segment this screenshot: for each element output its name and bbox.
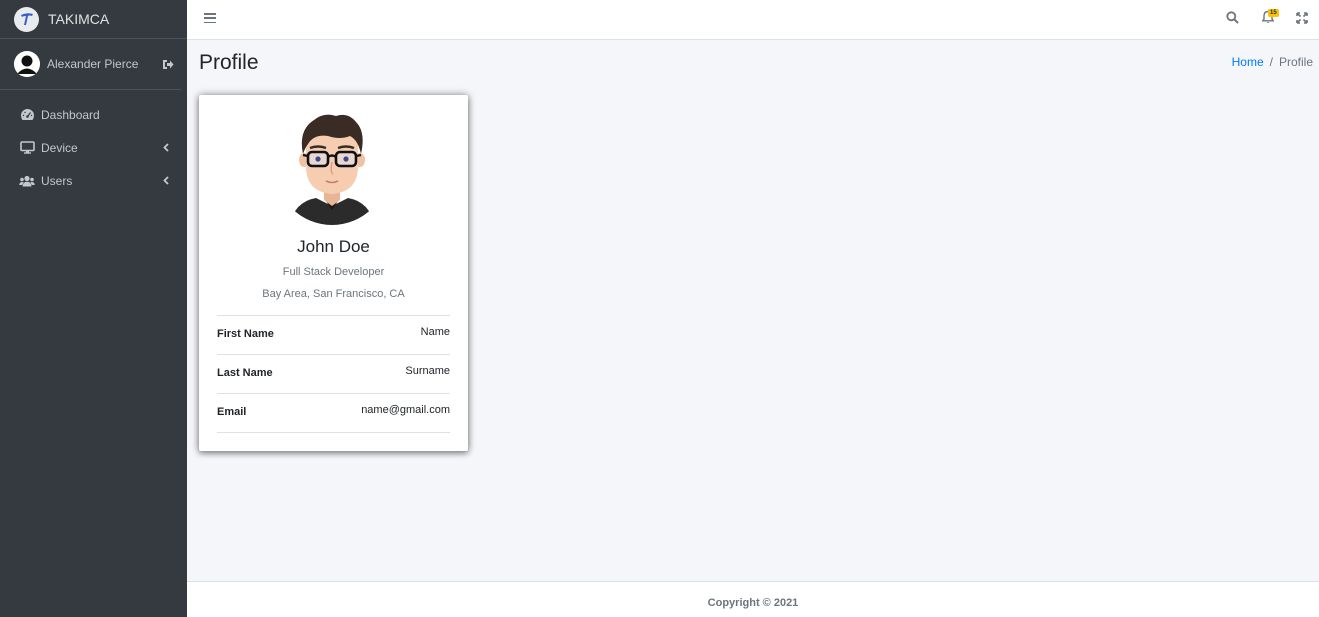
sidebar-item-users[interactable]: Users: [0, 164, 187, 197]
sidebar-item-label: Device: [41, 140, 78, 155]
first-name-value: Name: [420, 326, 450, 338]
profile-last-name-row: Last Name Surname: [217, 355, 450, 394]
fullscreen-icon[interactable]: [1296, 11, 1308, 29]
top-navbar: 15: [187, 0, 1319, 40]
sidebar-item-dashboard[interactable]: Dashboard: [0, 98, 187, 131]
desktop-icon: [19, 141, 35, 155]
chevron-left-icon: [163, 176, 169, 185]
profile-name: John Doe: [297, 237, 370, 256]
tachometer-icon: [19, 108, 35, 122]
brand-name: TAKIMCA: [48, 11, 110, 27]
profile-first-name-row: First Name Name: [217, 316, 450, 355]
search-icon[interactable]: [1226, 11, 1239, 29]
breadcrumb: Home / Profile: [1232, 55, 1313, 69]
notification-badge: 15: [1268, 9, 1279, 17]
user-panel: Alexander Pierce: [0, 39, 181, 90]
email-label: Email: [217, 406, 247, 418]
user-name[interactable]: Alexander Pierce: [47, 57, 162, 71]
notifications-bell-icon[interactable]: 15: [1261, 9, 1279, 29]
chevron-left-icon: [163, 143, 169, 152]
profile-card: John Doe Full Stack Developer Bay Area, …: [199, 95, 468, 451]
first-name-label: First Name: [217, 328, 274, 340]
sidebar-item-label: Dashboard: [41, 107, 100, 122]
last-name-label: Last Name: [217, 367, 273, 379]
logout-icon[interactable]: [162, 59, 174, 70]
brand-logo: [14, 6, 39, 32]
profile-email-row: Email name@gmail.com: [217, 394, 450, 433]
hamburger-menu-icon[interactable]: [204, 12, 216, 24]
page-title: Profile: [199, 51, 259, 74]
users-icon: [19, 174, 35, 188]
sidebar-item-label: Users: [41, 173, 73, 188]
breadcrumb-current: Profile: [1278, 55, 1313, 69]
profile-info-list: First Name Name Last Name Surname Email …: [217, 315, 450, 433]
profile-role: Full Stack Developer: [282, 266, 385, 278]
footer-copyright: Copyright © 2021: [187, 581, 1319, 617]
breadcrumb-home-link[interactable]: Home: [1232, 55, 1264, 69]
brand-link[interactable]: TAKIMCA: [0, 0, 187, 39]
sidebar-nav: Dashboard Device Users: [0, 98, 187, 197]
sidebar: TAKIMCA Alexander Pierce Dashboard Devic…: [0, 0, 187, 617]
profile-avatar: [290, 110, 374, 225]
profile-location: Bay Area, San Francisco, CA: [262, 288, 405, 300]
breadcrumb-separator: /: [1269, 55, 1273, 69]
user-avatar[interactable]: [14, 51, 40, 77]
last-name-value: Surname: [405, 365, 450, 377]
sidebar-item-device[interactable]: Device: [0, 131, 187, 164]
email-value: name@gmail.com: [361, 404, 450, 416]
